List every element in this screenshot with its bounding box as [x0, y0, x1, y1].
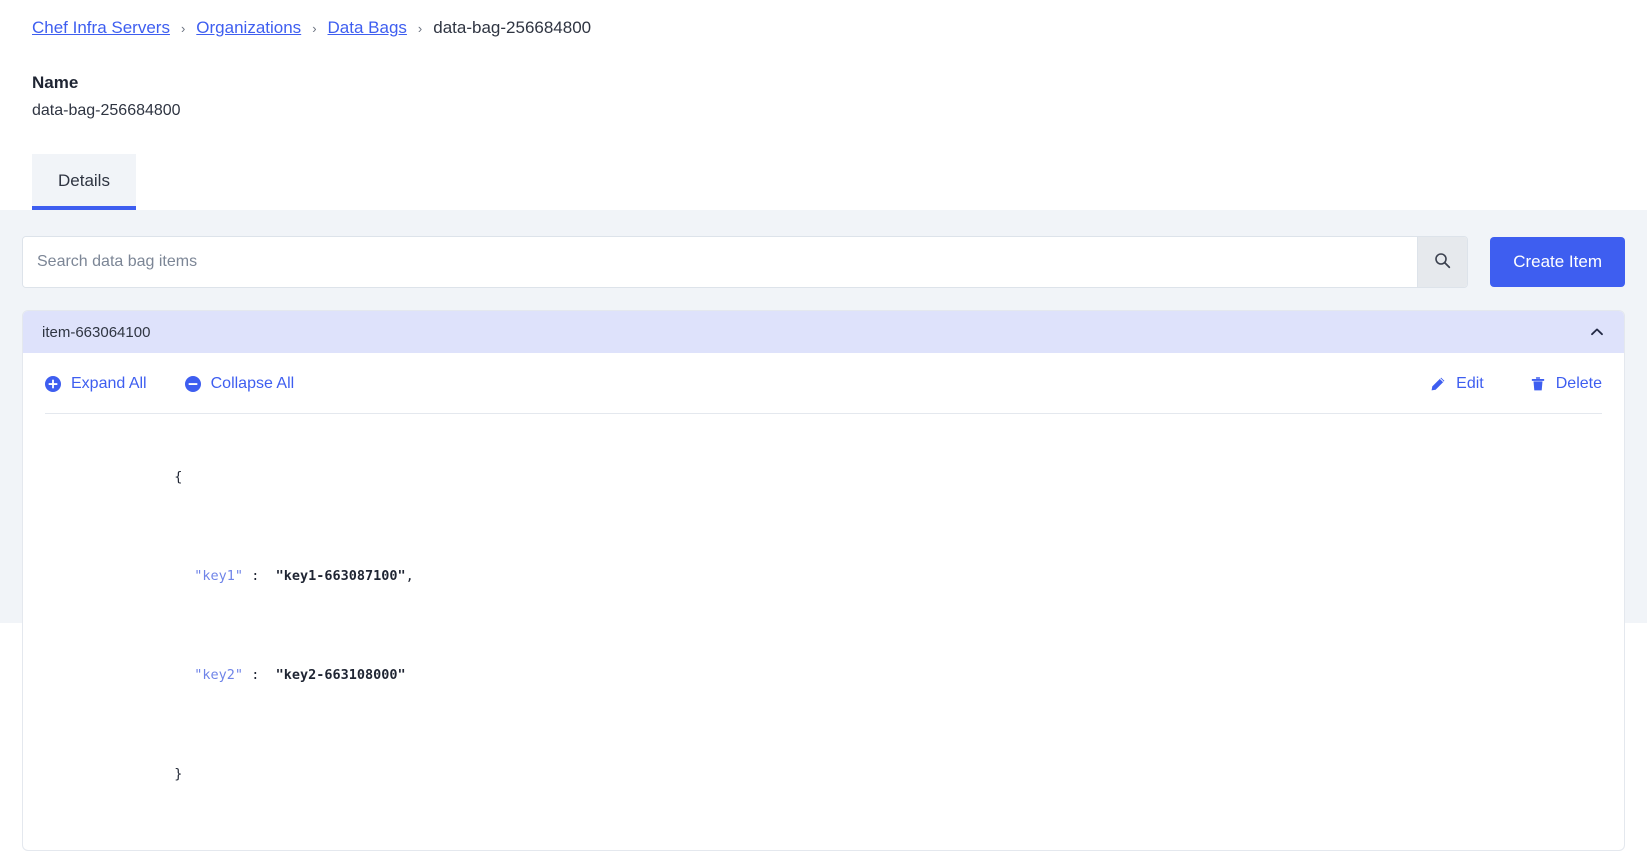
breadcrumb-item-organizations[interactable]: Organizations	[196, 17, 301, 39]
breadcrumb-separator-icon: ›	[312, 21, 317, 36]
breadcrumb-item-chef-infra-servers[interactable]: Chef Infra Servers	[32, 17, 170, 39]
page-body: Create Item item-663064100	[0, 210, 1647, 851]
collapse-all-button[interactable]: Collapse All	[184, 374, 295, 394]
tab-details[interactable]: Details	[32, 154, 136, 210]
json-value: "key2-663108000"	[275, 667, 406, 683]
breadcrumb-separator-icon: ›	[417, 21, 423, 36]
json-key[interactable]: "key2"	[194, 667, 243, 683]
json-open-brace: {	[174, 469, 183, 485]
json-comma: ,	[405, 568, 414, 584]
page-header-area: Chef Infra Servers › Organizations › Dat…	[0, 0, 1647, 210]
breadcrumb-item-current: data-bag-256684800	[433, 18, 592, 37]
search-icon	[1434, 252, 1451, 272]
expand-all-button[interactable]: Expand All	[45, 374, 147, 394]
json-entry-row: "key2" : "key2-663108000"	[45, 626, 1602, 725]
json-key[interactable]: "key1"	[194, 568, 243, 584]
breadcrumb: Chef Infra Servers › Organizations › Dat…	[32, 0, 1647, 39]
collapse-all-label: Collapse All	[210, 375, 295, 392]
item-title: item-663064100	[42, 323, 151, 341]
json-colon: :	[251, 667, 260, 683]
json-viewer: { "key1" : "key1-663087100", "key2" : "k…	[23, 414, 1624, 850]
data-bag-detail-page: Chef Infra Servers › Organizations › Dat…	[0, 0, 1647, 851]
edit-button[interactable]: Edit	[1430, 374, 1484, 394]
create-item-button[interactable]: Create Item	[1490, 237, 1625, 287]
search-button[interactable]	[1417, 237, 1468, 287]
edit-label: Edit	[1456, 375, 1484, 392]
data-bag-item-card: item-663064100 Expand All Collapse All E…	[22, 310, 1625, 851]
name-label: Name	[32, 73, 79, 92]
circle-minus-icon	[184, 376, 201, 392]
search-input[interactable]	[23, 237, 1418, 287]
circle-plus-icon	[45, 376, 61, 392]
breadcrumb-item-data-bags[interactable]: Data Bags	[328, 17, 407, 39]
search-row: Create Item	[22, 210, 1625, 288]
delete-label: Delete	[1555, 375, 1602, 392]
json-entry-row: "key1" : "key1-663087100",	[45, 527, 1602, 626]
search-field-wrapper	[22, 236, 1469, 288]
chevron-up-icon[interactable]	[1589, 324, 1605, 340]
json-close-brace: }	[174, 766, 183, 782]
json-value: "key1-663087100"	[275, 568, 406, 584]
tab-bar: Details	[32, 154, 136, 210]
item-accordion-header[interactable]: item-663064100	[23, 311, 1624, 353]
trash-icon	[1530, 376, 1546, 392]
page-title: data-bag-256684800	[32, 102, 181, 119]
pencil-icon	[1430, 376, 1446, 392]
item-toolbar: Expand All Collapse All Edit Delete	[23, 353, 1624, 403]
item-toolbar-right: Edit Delete	[1384, 374, 1602, 394]
expand-all-label: Expand All	[71, 375, 147, 392]
breadcrumb-separator-icon: ›	[180, 21, 186, 36]
delete-button[interactable]: Delete	[1530, 374, 1602, 394]
